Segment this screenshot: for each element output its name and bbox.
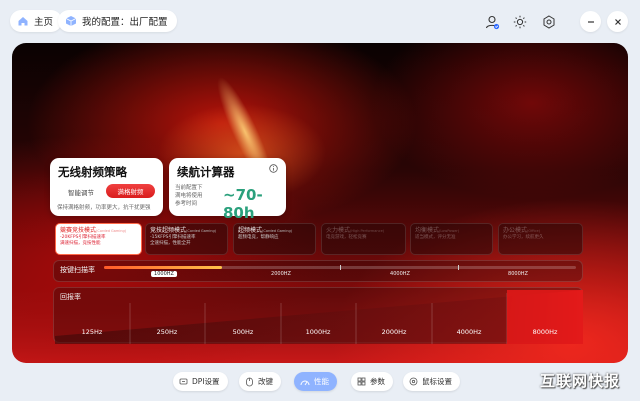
scan-rate-fill <box>104 266 222 269</box>
home-button[interactable]: 主页 <box>10 10 63 32</box>
mode-title: 均衡模式(LowPower) <box>415 227 488 235</box>
mode-card-overclock[interactable]: 超频模式(Corded Gaming) 超频电竞，帮静响应 <box>233 223 316 255</box>
mode-title-text: 均衡模式 <box>415 227 440 234</box>
scan-rate-tick[interactable]: 8000HZ <box>508 271 528 277</box>
mode-title: 超频模式(Corded Gaming) <box>238 227 311 235</box>
nav-dpi[interactable]: DPI设置 <box>173 372 228 391</box>
wireless-desc: 保持满格射频，功率更大，抗干扰更强 <box>57 205 151 211</box>
polling-option[interactable]: 250Hz <box>157 328 178 336</box>
scan-rate-panel: 按键扫描率 1000HZ 2000HZ 4000HZ 8000HZ <box>53 260 583 282</box>
polling-option[interactable]: 1000Hz <box>306 328 331 336</box>
sun-icon <box>513 15 526 28</box>
scan-rate-tick-mark <box>458 265 459 270</box>
home-icon <box>18 17 28 26</box>
mode-desc: 全速扫描，性能全开 <box>150 241 191 246</box>
close-button[interactable] <box>607 11 628 32</box>
scan-rate-tick[interactable]: 4000HZ <box>390 271 410 277</box>
nav-mouse-settings[interactable]: 鼠标设置 <box>403 372 460 391</box>
mode-title: 火力模式(High Performance) <box>326 227 401 235</box>
battery-title: 续航计算器 <box>177 165 235 179</box>
wireless-title: 无线射频策略 <box>58 165 127 179</box>
dpi-icon <box>179 378 188 385</box>
performance-stage: 无线射频策略 智能调节 满格射频 保持满格射频，功率更大，抗干扰更强 续航计算器… <box>12 43 628 363</box>
polling-option[interactable]: 4000Hz <box>457 328 482 336</box>
settings-icon <box>409 377 418 386</box>
watermark: 互联网快报 <box>540 372 621 390</box>
mode-suffix: (Corded Gaming) <box>96 229 127 233</box>
mode-suffix: (LowPower) <box>439 229 460 233</box>
mode-title: 办公模式(Office) <box>503 227 578 235</box>
settings-button[interactable] <box>538 11 559 32</box>
polling-option[interactable]: 125Hz <box>82 328 103 336</box>
mouse-icon <box>246 377 253 386</box>
nav-params[interactable]: 参数 <box>351 372 393 391</box>
scan-rate-tick[interactable]: 1000HZ <box>151 271 177 277</box>
mode-desc: 适当模式，评分无准 <box>415 235 456 240</box>
mode-title: 竞技超频模式(Corded Gaming) <box>150 227 223 235</box>
battery-desc-line: 当前配置下 <box>175 185 203 191</box>
nav-remap[interactable]: 改键 <box>239 372 281 391</box>
mode-title-text: 办公模式 <box>503 227 528 234</box>
nav-label: 改键 <box>258 377 273 386</box>
mode-desc: 满速扫描，竞技性能 <box>60 241 101 246</box>
mode-card-office[interactable]: 办公模式(Office) 办公学习，续航更久 <box>498 223 583 255</box>
mode-suffix: (Office) <box>527 229 540 233</box>
mode-card-firepower[interactable]: 火力模式(High Performance) 电竞游戏，轻松竞赛 <box>321 223 406 255</box>
mode-suffix: (High Performance) <box>350 229 385 233</box>
nav-label: 性能 <box>314 377 329 386</box>
nav-label: DPI设置 <box>192 377 220 386</box>
gear-icon <box>543 14 554 29</box>
mode-title: 競赛竞技模式(Corded Gaming) <box>60 227 137 235</box>
close-icon <box>614 18 621 25</box>
mode-desc: 超频电竞，帮静响应 <box>238 235 279 240</box>
home-label: 主页 <box>34 17 54 28</box>
wireless-strategy-card: 无线射频策略 智能调节 满格射频 保持满格射频，功率更大，抗干扰更强 <box>50 158 163 216</box>
top-bar: 主页 我的配置：出厂配置 <box>0 0 640 44</box>
info-icon[interactable] <box>269 164 278 173</box>
scan-rate-tick[interactable]: 2000HZ <box>271 271 291 277</box>
performance-icon <box>300 380 310 386</box>
mode-suffix: (Corded Gaming) <box>262 229 293 233</box>
mode-suffix: (Corded Gaming) <box>186 229 217 233</box>
brightness-button[interactable] <box>509 11 530 32</box>
params-icon <box>357 377 366 386</box>
minimize-button[interactable] <box>580 11 601 32</box>
minimize-icon <box>587 20 594 23</box>
mode-card-balanced[interactable]: 均衡模式(LowPower) 适当模式，评分无准 <box>410 223 493 255</box>
mode-desc: 电竞游戏，轻松竞赛 <box>326 235 367 240</box>
nav-performance[interactable]: 性能 <box>294 372 337 391</box>
mode-title-text: 竞技超频模式 <box>150 227 187 234</box>
polling-option-selected[interactable]: 8000Hz <box>533 328 558 336</box>
user-icon <box>485 15 499 29</box>
battery-desc-line: 参考时间 <box>175 201 198 207</box>
smart-adjust-option[interactable]: 智能调节 <box>68 187 94 197</box>
polling-option[interactable]: 500Hz <box>233 328 254 336</box>
nav-label: 参数 <box>370 377 385 386</box>
account-button[interactable] <box>481 11 502 32</box>
scan-rate-track[interactable] <box>104 265 576 270</box>
mode-card-tournament[interactable]: 競赛竞技模式(Corded Gaming) -20KFPS引擎扫描速率 满速扫描… <box>55 223 142 255</box>
config-label: 我的配置：出厂配置 <box>82 17 168 28</box>
mode-title-text: 競赛竞技模式 <box>60 227 97 234</box>
battery-hours: ~70-80h <box>223 186 263 222</box>
scan-rate-label: 按键扫描率 <box>60 266 95 274</box>
mode-card-competitive-overclock[interactable]: 竞技超频模式(Corded Gaming) -15KFPS引擎扫描速率 全速扫描… <box>145 223 228 255</box>
scan-rate-tick-mark <box>340 265 341 270</box>
config-button[interactable]: 我的配置：出厂配置 <box>58 10 177 32</box>
cube-icon <box>65 16 77 26</box>
polling-option[interactable]: 2000Hz <box>382 328 407 336</box>
battery-desc: 当前配置下 满电将使用 参考时间 <box>175 184 203 208</box>
mode-title-text: 超频模式 <box>238 227 263 234</box>
polling-rate-panel: 回报率 125Hz 250Hz 500Hz 1000Hz 2000Hz 4000… <box>53 287 583 344</box>
battery-calculator-card: 续航计算器 当前配置下 满电将使用 参考时间 ~70-80h <box>169 158 286 222</box>
battery-desc-line: 满电将使用 <box>175 193 203 199</box>
full-signal-button[interactable]: 满格射频 <box>106 184 155 198</box>
mode-title-text: 火力模式 <box>326 227 351 234</box>
nav-label: 鼠标设置 <box>422 377 452 386</box>
mode-desc: 办公学习，续航更久 <box>503 235 544 240</box>
